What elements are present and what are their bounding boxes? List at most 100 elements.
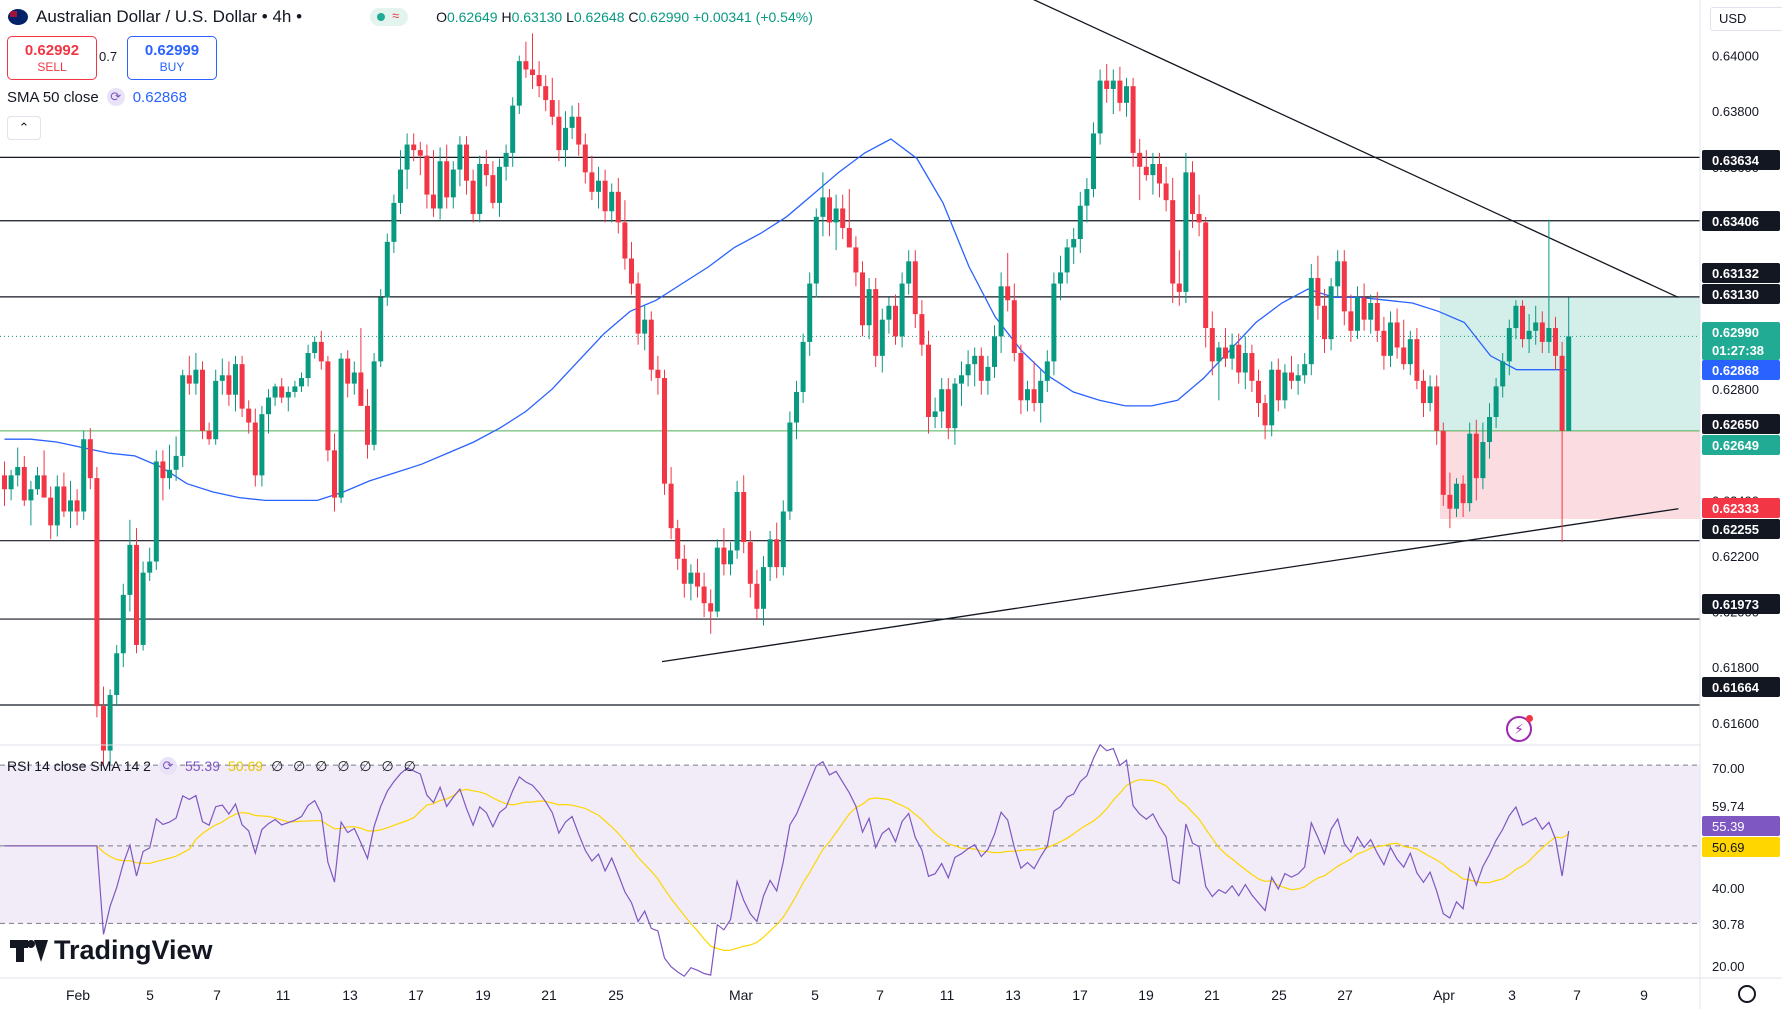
- time-tick-label: 7: [876, 987, 884, 1003]
- candle-body: [140, 572, 146, 645]
- sell-button[interactable]: 0.62992 SELL: [7, 36, 97, 80]
- candle-body: [272, 386, 278, 398]
- trendline: [1032, 0, 1679, 299]
- candle-body: [153, 461, 159, 562]
- candle-body: [563, 127, 568, 151]
- candle-body: [358, 372, 364, 406]
- candle-body: [1493, 386, 1499, 417]
- candle-body: [1077, 205, 1083, 240]
- candle-body: [695, 572, 700, 587]
- candle-body: [200, 369, 205, 431]
- candle-body: [351, 372, 357, 384]
- aud-usd-flag-icon: [8, 9, 28, 25]
- sma-legend[interactable]: SMA 50 close ⟳ 0.62868: [7, 88, 187, 106]
- candle-body: [1440, 430, 1446, 495]
- candle-body: [728, 550, 733, 565]
- candle-body: [54, 486, 60, 526]
- candle-body: [708, 603, 714, 612]
- rsi-tick-label: 70.00: [1712, 761, 1745, 776]
- price-tick-label: 0.62800: [1712, 382, 1759, 397]
- candle-body: [1546, 328, 1552, 342]
- candle-body: [470, 180, 476, 215]
- candle-body: [233, 364, 238, 395]
- time-tick-label: 21: [541, 987, 557, 1003]
- candle-body: [68, 500, 73, 512]
- candle-body: [879, 319, 885, 356]
- spread-value: 0.7: [99, 49, 118, 64]
- candle-body: [219, 375, 225, 381]
- candle-body: [761, 567, 766, 609]
- candle-body: [945, 389, 951, 429]
- price-label-text: 0.63634: [1712, 153, 1760, 168]
- stop-zone: [1440, 430, 1700, 519]
- candle-body: [1064, 247, 1070, 273]
- candle-body: [1374, 303, 1380, 331]
- price-label-text: 0.62868: [1712, 363, 1759, 378]
- loop-icon[interactable]: ⟳: [106, 88, 125, 106]
- candle-body: [1084, 189, 1090, 206]
- rsi-tick-label: 30.78: [1712, 917, 1745, 932]
- price-tick-label: 0.61600: [1712, 716, 1759, 731]
- candle-body: [107, 694, 113, 751]
- currency-selector[interactable]: USD: [1710, 7, 1782, 31]
- price-label-text: 0.63132: [1712, 266, 1759, 281]
- time-tick-label: 9: [1640, 987, 1648, 1003]
- lightning-icon[interactable]: ⚡: [1506, 715, 1533, 742]
- candle-body: [721, 547, 727, 565]
- candle-body: [444, 161, 450, 198]
- time-tick-label: 25: [608, 987, 624, 1003]
- candle-body: [1137, 152, 1143, 167]
- candle-body: [1559, 355, 1565, 431]
- candle-body: [596, 180, 601, 192]
- price-label-text: 0.63130: [1712, 287, 1759, 302]
- time-tick-label: 17: [408, 987, 424, 1003]
- candle-body: [615, 191, 621, 223]
- candles: [2, 33, 1572, 765]
- candle-body: [662, 378, 667, 484]
- price-label-text: 0.62650: [1712, 417, 1759, 432]
- candle-body: [985, 366, 991, 381]
- candle-body: [1447, 494, 1453, 509]
- candle-body: [1289, 372, 1294, 381]
- candle-body: [378, 297, 384, 362]
- chart-canvas[interactable]: 0.640000.638000.636000.634000.632000.630…: [0, 0, 1782, 1009]
- time-tick-label: 13: [1005, 987, 1021, 1003]
- candle-body: [338, 358, 344, 498]
- candle-body: [1223, 347, 1228, 359]
- candle-body: [866, 289, 872, 326]
- candle-body: [675, 528, 681, 559]
- candle-body: [1328, 286, 1334, 340]
- price-tick-label: 0.62200: [1712, 549, 1759, 564]
- buy-button[interactable]: 0.62999 BUY: [127, 36, 217, 80]
- candle-body: [94, 478, 100, 707]
- candle-body: [932, 411, 938, 417]
- rsi-tick-label: 55.39: [1712, 819, 1745, 834]
- candle-body: [919, 314, 925, 345]
- candle-body: [1434, 386, 1440, 431]
- candle-body: [1236, 344, 1242, 373]
- candle-body: [576, 116, 582, 145]
- candle-body: [959, 375, 964, 384]
- candle-body: [1170, 200, 1176, 284]
- candle-body: [1315, 277, 1321, 306]
- gear-icon[interactable]: [1738, 985, 1756, 1003]
- candle-body: [1407, 339, 1413, 365]
- rsi-legend[interactable]: RSI 14 close SMA 14 2 ⟳ 55.39 50.69 ∅ ∅ …: [7, 757, 419, 775]
- candle-body: [1124, 86, 1129, 103]
- rsi-pane: [0, 743, 1782, 977]
- candle-body: [503, 152, 509, 167]
- candle-body: [1262, 403, 1268, 426]
- collapse-legend-button[interactable]: ⌃: [7, 116, 41, 140]
- symbol-title[interactable]: Australian Dollar / U.S. Dollar • 4h •: [36, 7, 302, 27]
- price-tick-label: 0.63800: [1712, 104, 1759, 119]
- candle-body: [1150, 164, 1156, 176]
- candle-body: [582, 144, 588, 173]
- loop-icon[interactable]: ⟳: [158, 757, 177, 775]
- market-open-icon[interactable]: ≈: [370, 8, 409, 26]
- candle-body: [893, 305, 898, 337]
- candle-body: [1249, 353, 1255, 381]
- candle-body: [714, 547, 720, 612]
- candle-body: [437, 161, 443, 209]
- candle-body: [1553, 328, 1558, 356]
- candle-body: [167, 469, 172, 479]
